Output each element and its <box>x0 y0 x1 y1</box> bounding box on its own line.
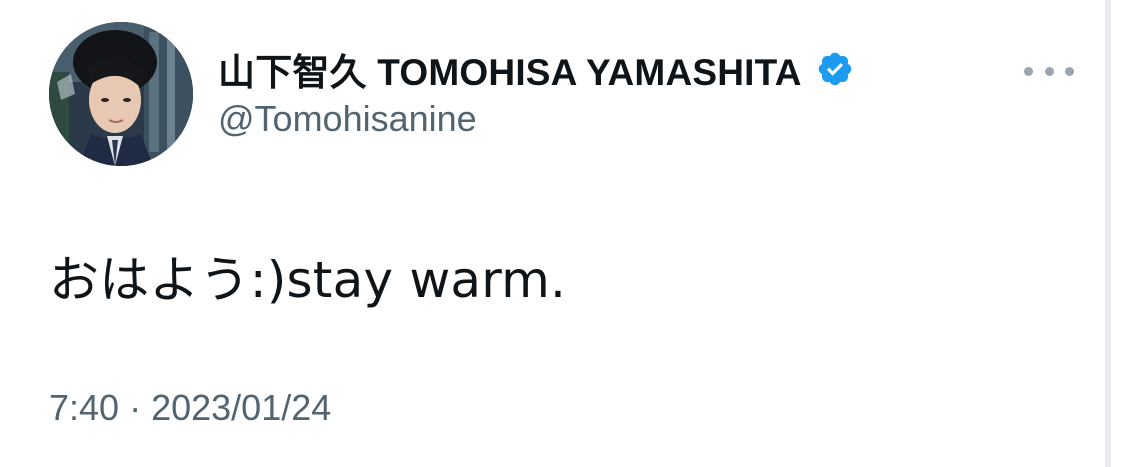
tweet-time[interactable]: 7:40 <box>49 387 119 428</box>
more-options-icon-dot <box>1065 66 1074 76</box>
tweet-text: おはよう:)stay warm. <box>49 251 567 309</box>
avatar[interactable] <box>49 22 193 166</box>
tweet-date[interactable]: 2023/01/24 <box>151 387 331 428</box>
more-options-icon <box>1024 66 1033 76</box>
verified-badge-icon <box>816 50 854 88</box>
scrollbar-edge <box>1105 0 1125 467</box>
avatar-photo-icon <box>49 22 193 166</box>
author-handle[interactable]: @Tomohisanine <box>218 98 477 140</box>
more-options-button[interactable] <box>1024 54 1074 88</box>
more-options-icon-dot <box>1044 66 1054 76</box>
author-display-name[interactable]: 山下智久 TOMOHISA YAMASHITA <box>218 42 802 96</box>
author-name-row[interactable]: 山下智久 TOMOHISA YAMASHITA <box>218 46 854 93</box>
tweet-card: 山下智久 TOMOHISA YAMASHITA @Tomohisanine おは… <box>0 0 1105 467</box>
meta-separator: · <box>129 387 142 428</box>
tweet-timestamp[interactable]: 7:40 · 2023/01/24 <box>49 387 331 429</box>
